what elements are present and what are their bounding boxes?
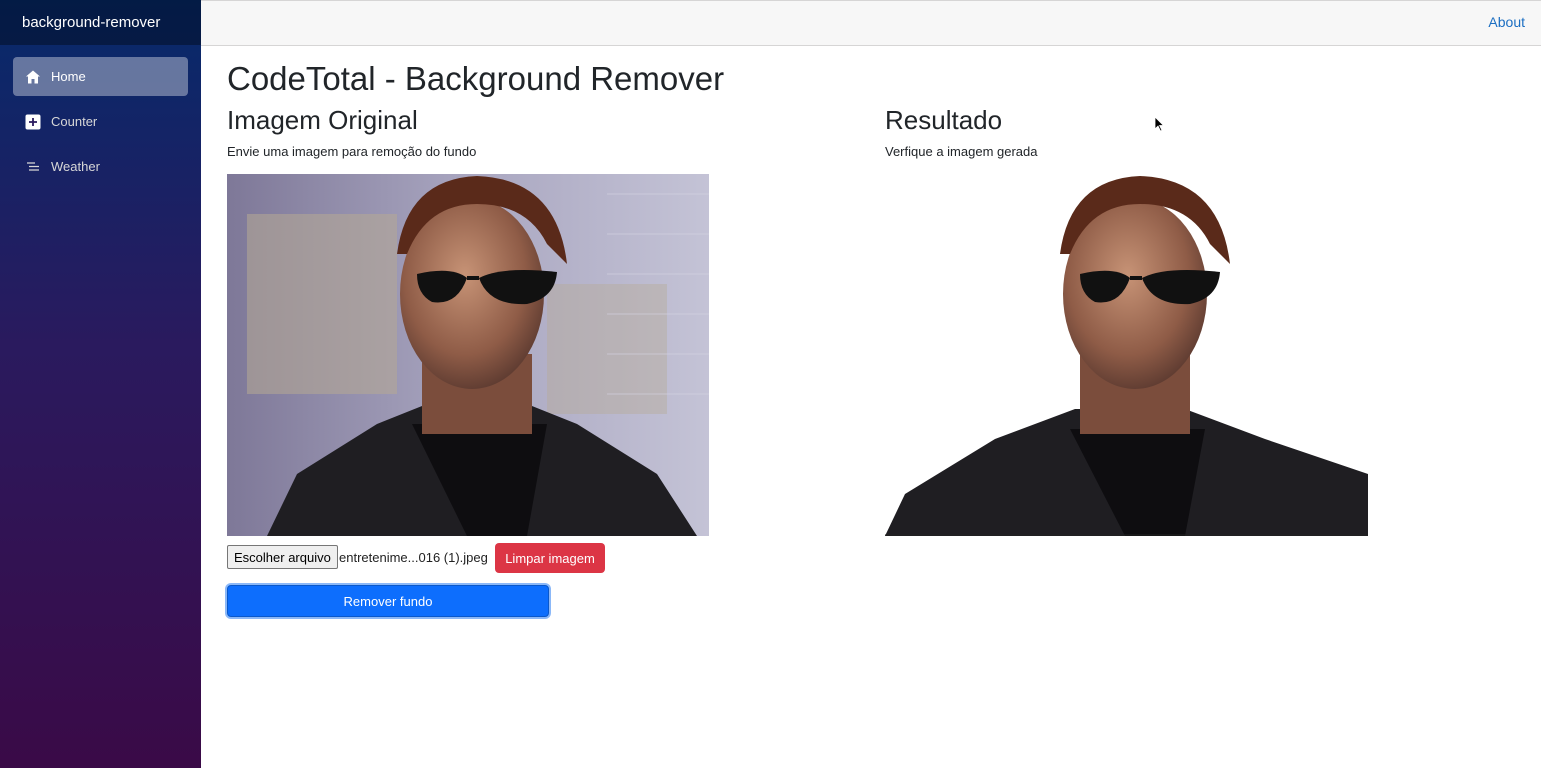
original-title: Imagem Original bbox=[227, 105, 418, 135]
result-subtitle: Verfique a imagem gerada bbox=[885, 144, 1038, 159]
nav-item-label: Weather bbox=[51, 159, 100, 174]
selected-file-name: entretenime...016 (1).jpeg bbox=[339, 550, 488, 565]
main-content: CodeTotal - Background Remover Imagem Or… bbox=[201, 45, 1541, 768]
clear-image-button[interactable]: Limpar imagem bbox=[495, 543, 605, 573]
nav-item-counter[interactable]: Counter bbox=[13, 102, 188, 141]
nav-item-label: Counter bbox=[51, 114, 98, 129]
page-title: CodeTotal - Background Remover bbox=[227, 60, 725, 97]
top-bar: About bbox=[201, 0, 1541, 46]
nav-item-label: Home bbox=[51, 69, 86, 84]
nav-item-home[interactable]: Home bbox=[13, 57, 188, 96]
original-image bbox=[227, 174, 709, 536]
plus-icon bbox=[25, 114, 41, 130]
home-icon bbox=[25, 69, 41, 85]
list-icon bbox=[25, 159, 41, 175]
mouse-cursor-icon bbox=[1154, 116, 1165, 137]
nav-menu: Home Counter Weather bbox=[0, 45, 201, 186]
result-title: Resultado bbox=[885, 105, 1003, 135]
nav-item-weather[interactable]: Weather bbox=[13, 147, 188, 186]
sidebar: background-remover Home Counter Weather bbox=[0, 0, 201, 768]
original-subtitle: Envie uma imagem para remoção do fundo bbox=[227, 144, 477, 159]
remove-background-button[interactable]: Remover fundo bbox=[227, 585, 549, 617]
choose-file-button[interactable]: Escolher arquivo bbox=[227, 545, 338, 569]
app-brand[interactable]: background-remover bbox=[0, 0, 201, 45]
about-link[interactable]: About bbox=[1488, 14, 1525, 30]
result-image bbox=[885, 174, 1368, 536]
